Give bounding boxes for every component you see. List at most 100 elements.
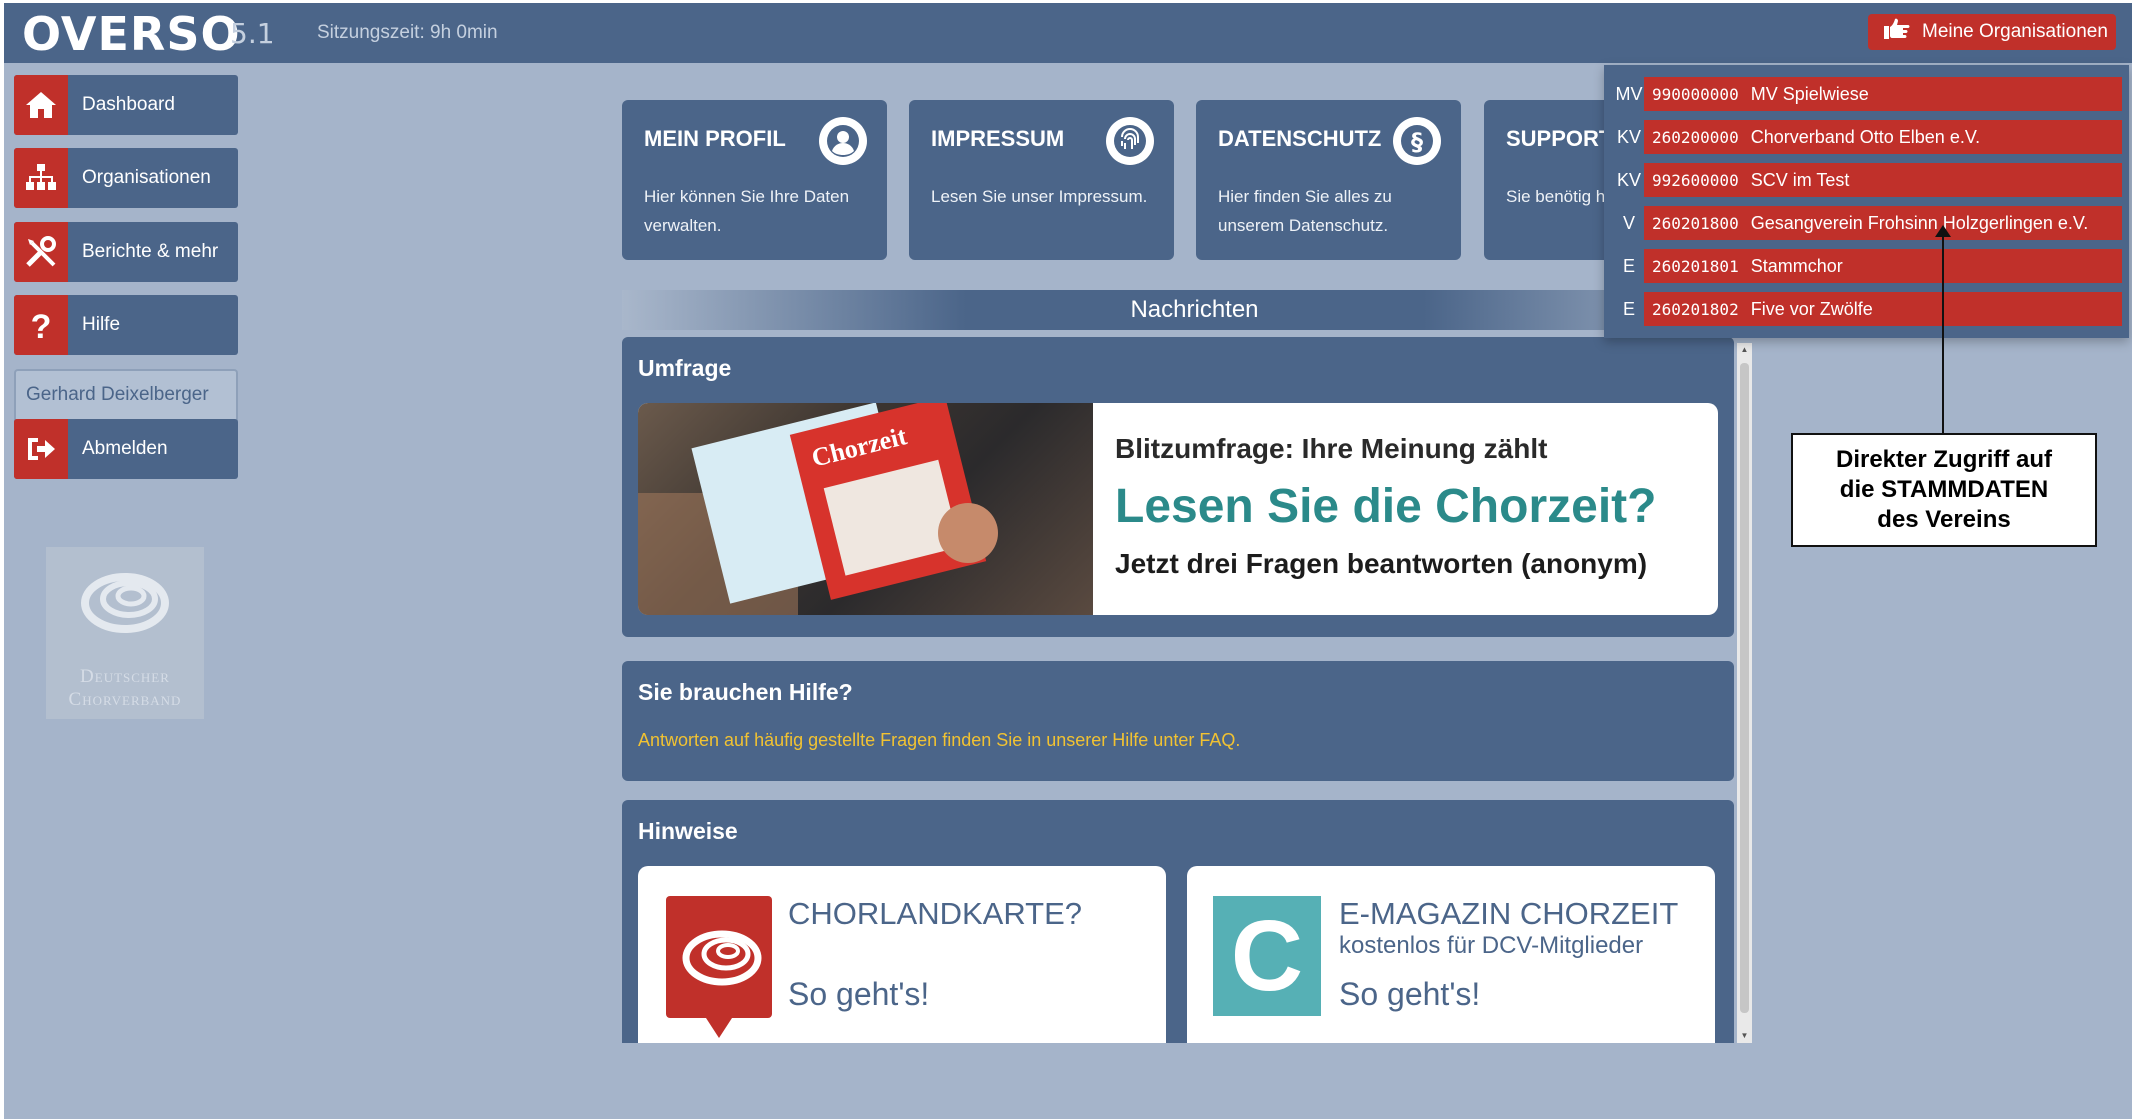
sidebar-item-label: Organisationen: [82, 167, 211, 188]
org-number: 992600000: [1652, 170, 1739, 190]
tile-text: Hier finden Sie alles zu unserem Datensc…: [1218, 187, 1392, 235]
tile-text: Lesen Sie unser Impressum.: [931, 187, 1148, 206]
callout-line-3: des Vereins: [1877, 506, 2011, 533]
org-level: KV: [1614, 163, 1644, 197]
hint-cta: So geht's!: [1339, 976, 1481, 1012]
paragraph-icon: §: [1393, 117, 1441, 165]
org-name: Gesangverein Frohsinn Holzgerlingen e.V.: [1750, 212, 2089, 233]
org-number: 260201800: [1652, 213, 1739, 233]
sidebar-item-organisationen[interactable]: Organisationen: [14, 148, 238, 208]
dcv-logo: Deutscher Chorverband: [46, 547, 204, 719]
org-level: V: [1614, 206, 1644, 240]
sidebar-item-label: Berichte & mehr: [82, 241, 219, 262]
annotation-callout: Direkter Zugriff auf die STAMMDATEN des …: [1791, 433, 2097, 547]
org-item[interactable]: V 260201800 Gesangverein Frohsinn Holzger…: [1614, 206, 2122, 240]
sidebar-item-label: Dashboard: [82, 94, 175, 115]
org-name: Stammchor: [1750, 255, 1843, 276]
tile-impressum[interactable]: IMPRESSUM Lesen Sie unser Impressum.: [909, 100, 1174, 260]
callout-line-2: die STAMMDATEN: [1839, 476, 2049, 503]
hint-title: E-MAGAZIN CHORZEIT: [1339, 896, 1679, 931]
tile-datenschutz[interactable]: DATENSCHUTZ Hier finden Sie alles zu uns…: [1196, 100, 1461, 260]
card-hinweise: Hinweise CHORLANDKARTE? So geht's! C E-M…: [622, 800, 1734, 1043]
tools-icon: [14, 222, 68, 282]
sidebar-item-berichte[interactable]: Berichte & mehr: [14, 222, 238, 282]
org-number: 260200000: [1652, 127, 1739, 147]
org-number: 260201802: [1652, 299, 1739, 319]
map-pin-icon: [666, 896, 772, 1043]
scroll-down-icon[interactable]: ▼: [1737, 1029, 1752, 1043]
my-organizations-label: Meine Organisationen: [1922, 21, 2108, 42]
question-icon: ?: [14, 295, 68, 355]
scroll-up-icon[interactable]: ▲: [1737, 343, 1752, 357]
messages-scrollbar[interactable]: ▲ ▼: [1737, 343, 1752, 1043]
survey-line-3: Jetzt drei Fragen beantworten (anonym): [1115, 548, 1648, 579]
org-name: Five vor Zwölfe: [1750, 298, 1873, 319]
home-icon: [14, 75, 68, 135]
chorzeit-card[interactable]: C E-MAGAZIN CHORZEIT kostenlos für DCV-M…: [1187, 866, 1715, 1043]
survey-line-1: Blitzumfrage: Ihre Meinung zählt: [1115, 433, 1548, 464]
faq-link[interactable]: Antworten auf häufig gestellte Fragen fi…: [622, 706, 1734, 751]
org-level: E: [1614, 292, 1644, 326]
org-level: E: [1614, 249, 1644, 283]
svg-text:§: §: [1411, 128, 1423, 156]
sidebar-item-dashboard[interactable]: Dashboard: [14, 75, 238, 135]
org-item[interactable]: E 260201802 Five vor Zwölfe: [1614, 292, 2122, 326]
org-level: KV: [1614, 120, 1644, 154]
magazine-label: Chorzeit: [808, 421, 910, 473]
session-time: Sitzungszeit: 9h 0min: [317, 22, 498, 43]
top-bar: OVERSO 5.1 Sitzungszeit: 9h 0min Meine O…: [4, 3, 2132, 63]
callout-line-1: Direkter Zugriff auf: [1835, 446, 2053, 473]
org-number: 260201801: [1652, 256, 1739, 276]
hint-title-block: E-MAGAZIN CHORZEIT kostenlos für DCV-Mit…: [1339, 896, 1678, 960]
hint-subtitle: kostenlos für DCV-Mitglieder: [1339, 932, 1644, 959]
survey-photo: Chorzeit: [638, 403, 1093, 615]
card-umfrage: Umfrage Chorzeit Blitzumfrage: Ihre Mein…: [622, 337, 1734, 637]
chorlandkarte-card[interactable]: CHORLANDKARTE? So geht's!: [638, 866, 1166, 1043]
org-name: MV Spielwiese: [1750, 83, 1869, 104]
org-item[interactable]: MV 990000000 MV Spielwiese: [1614, 77, 2122, 111]
app-root: OVERSO 5.1 Sitzungszeit: 9h 0min Meine O…: [4, 3, 2132, 1119]
survey-line-2: Lesen Sie die Chorzeit?: [1115, 480, 1657, 533]
scrollbar-thumb[interactable]: [1740, 363, 1749, 1013]
sidebar-item-label: Hilfe: [82, 314, 121, 335]
logout-label: Abmelden: [82, 438, 168, 459]
org-item[interactable]: KV 992600000 SCV im Test: [1614, 163, 2122, 197]
svg-text:?: ?: [31, 308, 52, 342]
card-title: Hinweise: [638, 818, 738, 844]
hint-title: CHORLANDKARTE?: [788, 896, 1083, 931]
pointing-hand-icon: [1882, 17, 1910, 47]
org-name: SCV im Test: [1750, 169, 1850, 190]
org-name: Chorverband Otto Elben e.V.: [1750, 126, 1981, 147]
app-logo[interactable]: OVERSO: [22, 7, 241, 61]
logout-button[interactable]: Abmelden: [14, 419, 238, 479]
org-level: MV: [1614, 77, 1644, 111]
tile-mein-profil[interactable]: MEIN PROFIL Hier können Sie Ihre Daten v…: [622, 100, 887, 260]
org-item[interactable]: KV 260200000 Chorverband Otto Elben e.V.: [1614, 120, 2122, 154]
fingerprint-icon: [1106, 117, 1154, 165]
organizations-dropdown: MV 990000000 MV Spielwiese KV 260200000 Ch…: [1604, 65, 2129, 338]
my-organizations-button[interactable]: Meine Organisationen: [1868, 14, 2116, 50]
survey-text: Blitzumfrage: Ihre Meinung zählt Lesen S…: [1093, 403, 1656, 615]
app-version: 5.1: [230, 17, 275, 50]
org-item[interactable]: E 260201801 Stammchor: [1614, 249, 2122, 283]
dcv-logo-text-2: Chorverband: [68, 689, 182, 710]
sidebar-item-hilfe[interactable]: ? Hilfe: [14, 295, 238, 355]
tile-text: Hier können Sie Ihre Daten verwalten.: [644, 187, 850, 235]
sitemap-icon: [14, 148, 68, 208]
callout-line: [1942, 232, 1944, 433]
messages-scroll-area[interactable]: Umfrage Chorzeit Blitzumfrage: Ihre Mein…: [622, 337, 1754, 1043]
org-number: 990000000: [1652, 84, 1739, 104]
callout-arrow-icon: [1935, 225, 1951, 237]
logout-icon: [14, 419, 68, 479]
card-help: Sie brauchen Hilfe? Antworten auf häufig…: [622, 661, 1734, 781]
dcv-swirl-icon: [81, 573, 169, 633]
dcv-logo-text-1: Deutscher: [80, 666, 170, 687]
chorzeit-c-icon: C: [1213, 896, 1321, 1016]
card-title: Sie brauchen Hilfe?: [638, 679, 853, 705]
survey-banner[interactable]: Chorzeit Blitzumfrage: Ihre Meinung zähl…: [638, 403, 1718, 615]
user-icon: [819, 117, 867, 165]
card-title: Umfrage: [638, 355, 732, 381]
hint-cta: So geht's!: [788, 976, 930, 1012]
user-name: Gerhard Deixelberger: [14, 369, 238, 421]
messages-header: Nachrichten: [622, 290, 1767, 330]
